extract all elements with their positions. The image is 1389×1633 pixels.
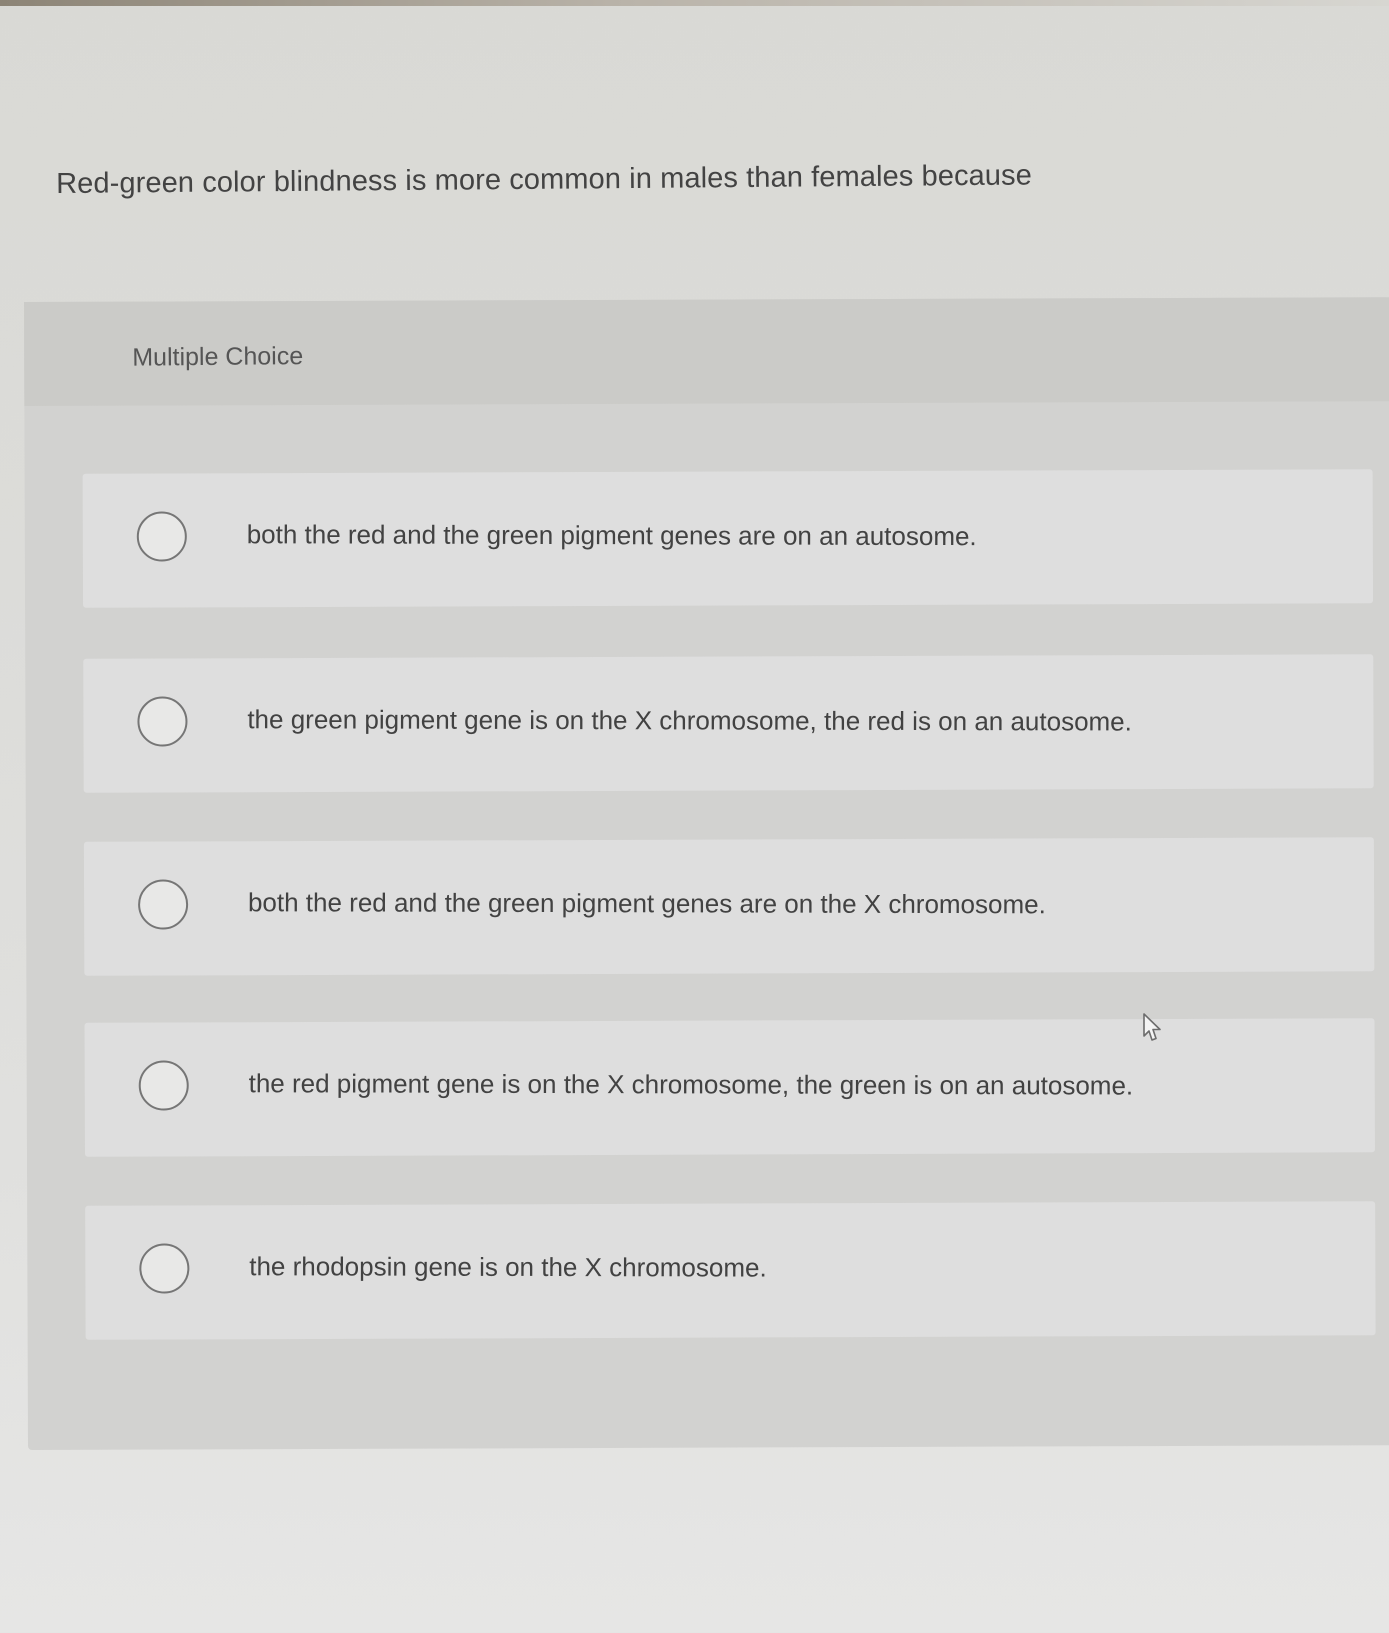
radio-circle-icon[interactable]: [139, 1243, 190, 1294]
panel-header: Multiple Choice: [24, 297, 1389, 406]
multiple-choice-panel: Multiple Choice both the red and the gre…: [24, 297, 1389, 1450]
answer-option-2[interactable]: the green pigment gene is on the X chrom…: [83, 654, 1374, 793]
radio-circle-icon[interactable]: [136, 511, 187, 562]
top-edge: [0, 0, 1389, 6]
mouse-pointer-icon: [1142, 1012, 1164, 1042]
answer-option-text: both the red and the green pigment genes…: [247, 887, 1046, 920]
answer-option-text: the red pigment gene is on the X chromos…: [248, 1068, 1134, 1101]
question-text: Red-green color blindness is more common…: [56, 159, 1033, 200]
radio-circle-icon[interactable]: [137, 696, 188, 747]
answer-option-1[interactable]: both the red and the green pigment genes…: [82, 469, 1374, 608]
radio-circle-icon[interactable]: [138, 879, 189, 930]
answer-option-5[interactable]: the rhodopsin gene is on the X chromosom…: [85, 1201, 1376, 1340]
answer-option-text: the rhodopsin gene is on the X chromosom…: [249, 1251, 767, 1283]
radio-circle-icon[interactable]: [138, 1060, 189, 1111]
answer-option-4[interactable]: the red pigment gene is on the X chromos…: [84, 1018, 1375, 1157]
answer-option-text: the green pigment gene is on the X chrom…: [247, 704, 1132, 737]
answer-option-text: both the red and the green pigment genes…: [246, 519, 977, 552]
multiple-choice-label: Multiple Choice: [132, 342, 304, 372]
answer-option-3[interactable]: both the red and the green pigment genes…: [83, 837, 1375, 976]
